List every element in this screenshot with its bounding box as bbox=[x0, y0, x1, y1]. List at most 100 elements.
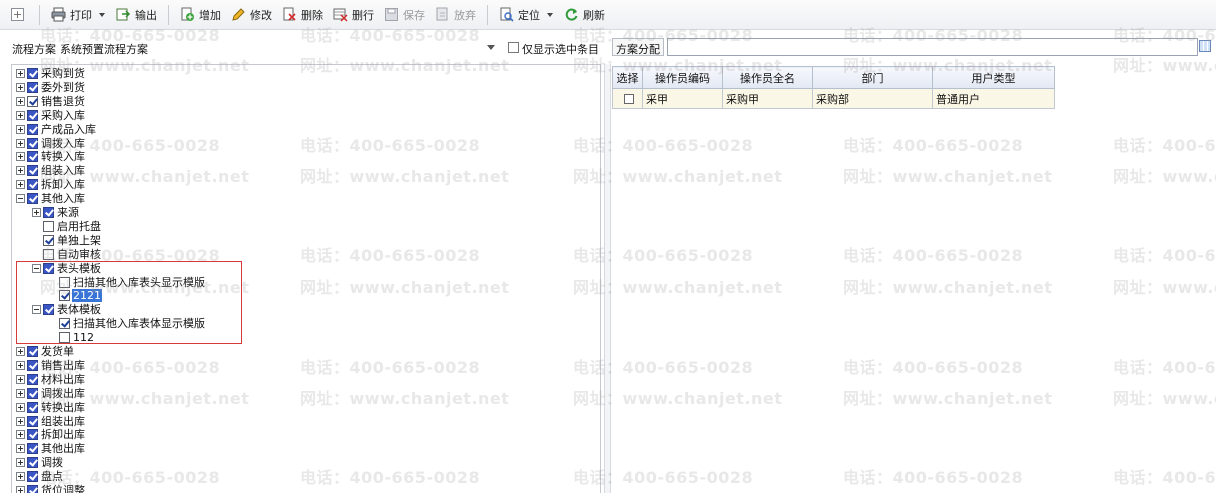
expand-icon[interactable] bbox=[16, 430, 25, 440]
tree-node-checkbox[interactable] bbox=[43, 207, 54, 218]
expand-icon[interactable] bbox=[16, 486, 25, 493]
expand-icon[interactable] bbox=[32, 208, 41, 217]
scheme-assign-button[interactable]: 方案分配 bbox=[612, 38, 664, 56]
edit-button[interactable]: 修改 bbox=[226, 4, 277, 26]
column-header-department[interactable]: 部门 bbox=[812, 66, 933, 89]
scheme-assign-input[interactable] bbox=[667, 38, 1198, 56]
tree-node-checkbox[interactable] bbox=[27, 123, 38, 135]
tree-node-checkbox[interactable] bbox=[27, 415, 38, 427]
expand-icon[interactable] bbox=[16, 69, 25, 78]
tree-node-checkbox[interactable] bbox=[27, 193, 38, 205]
tree-node[interactable]: 调拨入库 bbox=[16, 137, 86, 150]
refresh-button[interactable]: 刷新 bbox=[559, 4, 610, 26]
splitter[interactable] bbox=[604, 64, 611, 493]
tree-node-checkbox[interactable] bbox=[27, 179, 38, 191]
tree-node-checkbox[interactable] bbox=[27, 373, 38, 385]
tree-node-checkbox[interactable] bbox=[27, 387, 38, 399]
tree-node[interactable]: 发货单 bbox=[16, 345, 75, 358]
export-button[interactable]: 输出 bbox=[111, 4, 162, 26]
expand-icon[interactable] bbox=[16, 402, 25, 412]
delete-button[interactable]: 删除 bbox=[277, 4, 328, 26]
tree-node[interactable]: 组装出库 bbox=[16, 415, 86, 428]
expand-icon[interactable] bbox=[16, 152, 25, 162]
column-header-select[interactable]: 选择 bbox=[612, 66, 643, 89]
tree-node[interactable]: 单独上架 bbox=[32, 234, 102, 247]
tree-node[interactable]: 拆卸入库 bbox=[16, 178, 86, 191]
expand-icon[interactable] bbox=[16, 180, 25, 190]
expand-icon[interactable] bbox=[16, 96, 25, 106]
cell-user-type[interactable]: 普通用户 bbox=[932, 88, 1055, 109]
save-button[interactable]: 保存 bbox=[379, 4, 430, 26]
tree-node-checkbox[interactable] bbox=[27, 471, 38, 483]
tree-node[interactable]: 拆卸出库 bbox=[16, 428, 86, 441]
tree-node[interactable]: 其他入库 bbox=[16, 192, 86, 205]
tree-node[interactable]: 转换入库 bbox=[16, 150, 86, 163]
tree-node[interactable]: 采购到货 bbox=[16, 67, 86, 80]
column-header-operator-code[interactable]: 操作员编码 bbox=[642, 66, 723, 89]
tree-node-checkbox[interactable] bbox=[27, 359, 38, 371]
tree-node[interactable]: 材料出库 bbox=[16, 373, 86, 386]
column-header-operator-name[interactable]: 操作员全名 bbox=[722, 66, 813, 89]
expand-icon[interactable] bbox=[16, 110, 25, 120]
locate-button[interactable]: 定位 bbox=[494, 4, 545, 26]
tree-node-checkbox[interactable] bbox=[27, 137, 38, 149]
tree-node[interactable]: 调拨 bbox=[16, 456, 64, 469]
row-select-cell[interactable] bbox=[612, 88, 643, 109]
tree-node-checkbox[interactable] bbox=[43, 234, 54, 246]
tree-node[interactable]: 自动审核 bbox=[32, 248, 102, 261]
column-header-user-type[interactable]: 用户类型 bbox=[932, 66, 1055, 89]
tree-node-checkbox[interactable] bbox=[27, 109, 38, 121]
add-page-button[interactable]: + bbox=[6, 4, 33, 26]
tree-node[interactable]: 来源 bbox=[32, 206, 80, 219]
tree-node[interactable]: 转换出库 bbox=[16, 401, 86, 414]
print-button[interactable]: 打印 bbox=[46, 4, 97, 26]
expand-icon[interactable] bbox=[16, 360, 25, 370]
expand-icon[interactable] bbox=[16, 82, 25, 92]
tree-node-checkbox[interactable] bbox=[27, 485, 38, 493]
expand-icon[interactable] bbox=[16, 138, 25, 148]
tree-node[interactable]: 盘点 bbox=[16, 470, 64, 483]
tree-node[interactable]: 产成品入库 bbox=[16, 123, 97, 136]
tree-node[interactable]: 销售出库 bbox=[16, 359, 86, 372]
cell-operator-name[interactable]: 采购甲 bbox=[722, 88, 813, 109]
delete-row-button[interactable]: 删行 bbox=[328, 4, 379, 26]
tree-node-checkbox[interactable] bbox=[27, 346, 38, 357]
print-dropdown-arrow[interactable] bbox=[99, 12, 105, 17]
row-select-checkbox[interactable] bbox=[624, 94, 634, 104]
discard-button[interactable]: 放弃 bbox=[430, 4, 481, 26]
tree-node[interactable]: 组装入库 bbox=[16, 164, 86, 177]
scheme-select[interactable]: 系统预置流程方案 bbox=[58, 39, 500, 56]
tree-node[interactable]: 委外到货 bbox=[16, 81, 86, 94]
expand-icon[interactable] bbox=[16, 388, 25, 398]
tree-node[interactable]: 其他出库 bbox=[16, 442, 86, 455]
tree-node-checkbox[interactable] bbox=[43, 220, 54, 232]
tree-node-checkbox[interactable] bbox=[27, 95, 38, 107]
expand-icon[interactable] bbox=[16, 347, 25, 356]
tree-node-checkbox[interactable] bbox=[27, 165, 38, 177]
tree-node-checkbox[interactable] bbox=[27, 401, 38, 413]
locate-dropdown-arrow[interactable] bbox=[547, 12, 553, 17]
cell-department[interactable]: 采购部 bbox=[812, 88, 933, 109]
grid-settings-icon[interactable] bbox=[1199, 40, 1211, 52]
collapse-icon[interactable] bbox=[16, 194, 25, 204]
expand-icon[interactable] bbox=[16, 458, 25, 468]
expand-icon[interactable] bbox=[16, 166, 25, 176]
tree-node[interactable]: 启用托盘 bbox=[32, 220, 102, 233]
tree-node-checkbox[interactable] bbox=[27, 68, 38, 79]
tree-node-checkbox[interactable] bbox=[27, 151, 38, 163]
expand-icon[interactable] bbox=[16, 444, 25, 454]
expand-icon[interactable] bbox=[16, 416, 25, 426]
tree-node[interactable]: 调拨出库 bbox=[16, 387, 86, 400]
tree-node[interactable]: 货位调整 bbox=[16, 484, 86, 493]
add-button[interactable]: 增加 bbox=[175, 4, 226, 26]
tree-node[interactable]: 采购入库 bbox=[16, 109, 86, 122]
tree-node[interactable]: 销售退货 bbox=[16, 95, 86, 108]
chevron-down-icon[interactable] bbox=[487, 45, 495, 50]
tree-node-checkbox[interactable] bbox=[27, 457, 38, 469]
cell-operator-code[interactable]: 采甲 bbox=[642, 88, 723, 109]
tree-node-checkbox[interactable] bbox=[43, 248, 54, 260]
only-selected-checkbox[interactable] bbox=[508, 42, 519, 53]
expand-icon[interactable] bbox=[16, 472, 25, 482]
expand-icon[interactable] bbox=[16, 374, 25, 384]
tree-node-checkbox[interactable] bbox=[27, 81, 38, 93]
